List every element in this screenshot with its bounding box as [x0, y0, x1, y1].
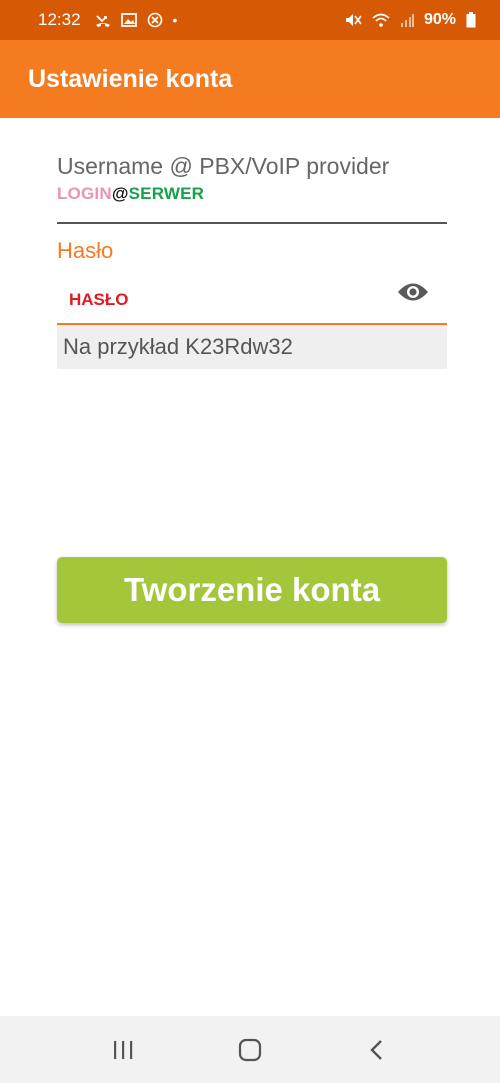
username-value-login: LOGIN	[57, 184, 112, 203]
wifi-icon	[372, 12, 390, 28]
navigation-bar	[0, 1016, 500, 1083]
username-underline	[57, 222, 447, 224]
notification-dot: •	[172, 12, 178, 28]
create-account-button[interactable]: Tworzenie konta	[57, 557, 447, 623]
password-hint-box: Na przykład K23Rdw32	[57, 325, 447, 369]
blocked-icon	[147, 12, 163, 28]
username-label: Username @ PBX/VoIP provider	[57, 153, 390, 179]
password-label: Hasło	[57, 238, 114, 263]
missed-call-icon	[95, 12, 111, 28]
mute-icon	[344, 12, 362, 28]
status-bar: 12:32 • 90%	[0, 0, 500, 40]
status-right: 90%	[344, 11, 476, 29]
username-input[interactable]: LOGIN@SERWER	[57, 184, 204, 204]
page-title: Ustawienie konta	[28, 64, 233, 93]
recent-apps-icon[interactable]	[93, 1020, 153, 1080]
signal-icon	[400, 13, 414, 27]
status-left: 12:32 •	[38, 10, 177, 30]
home-icon[interactable]	[220, 1020, 280, 1080]
password-hint: Na przykład K23Rdw32	[63, 334, 293, 359]
eye-icon[interactable]	[397, 280, 429, 304]
battery-level: 90%	[423, 11, 456, 28]
app-bar: Ustawienie konta	[0, 40, 500, 118]
password-input[interactable]: HASŁO	[69, 290, 129, 310]
username-value-at: @	[111, 184, 129, 203]
back-icon[interactable]	[347, 1020, 407, 1080]
create-account-button-label: Tworzenie konta	[123, 571, 381, 608]
image-icon	[120, 12, 137, 28]
username-value-server: SERWER	[128, 184, 205, 203]
status-time: 12:32	[38, 10, 81, 29]
battery-icon	[466, 12, 476, 28]
